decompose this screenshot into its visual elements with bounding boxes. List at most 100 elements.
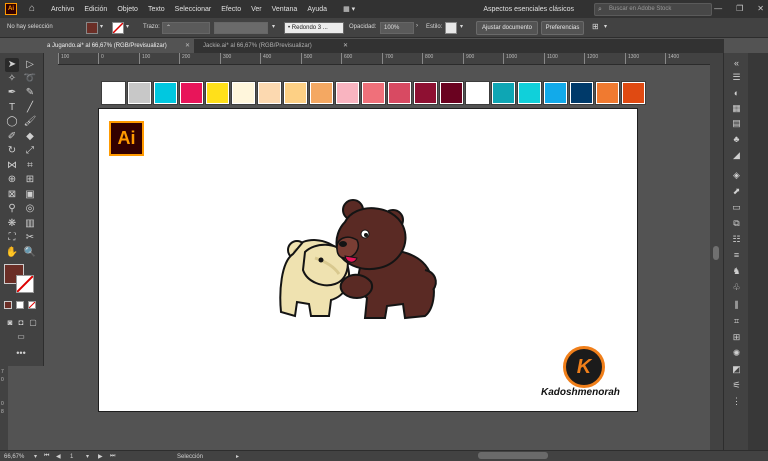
pen-tool-icon[interactable]: ✒ <box>5 86 19 100</box>
type-tool-icon[interactable]: T <box>5 101 19 115</box>
color-swatch[interactable] <box>128 82 151 104</box>
line-tool-icon[interactable]: ╱ <box>23 101 37 115</box>
zoom-level[interactable]: 66,67% <box>4 454 24 460</box>
menu-seleccionar[interactable]: Seleccionar <box>175 6 212 13</box>
document-setup-button[interactable]: Ajustar documento <box>476 21 538 35</box>
symbol-libraries-icon[interactable]: ♧ <box>730 281 743 294</box>
stepper-icon[interactable]: ⌃ <box>166 25 171 31</box>
chevron-down-icon[interactable]: ▾ <box>86 453 89 460</box>
color-swatch[interactable] <box>336 82 359 104</box>
prev-artboard-icon[interactable]: ◀ <box>56 453 61 460</box>
align-icon[interactable]: ⫼ <box>730 299 743 312</box>
pathfinder-icon[interactable]: ⊞ <box>730 331 743 344</box>
stroke-icon[interactable]: ⚟ <box>730 379 743 392</box>
close-icon[interactable]: ✕ <box>185 39 190 53</box>
preferences-button[interactable]: Preferencias <box>541 21 584 35</box>
none-mode-icon[interactable] <box>28 301 36 309</box>
status-menu-icon[interactable]: ▸ <box>236 453 239 460</box>
libraries-icon[interactable]: ☷ <box>730 233 743 246</box>
arrange-documents-icon[interactable]: ▦ ▾ <box>343 5 355 13</box>
scale-tool-icon[interactable]: ⤢ <box>23 144 37 158</box>
artboards-icon[interactable]: ▭ <box>730 201 743 214</box>
swatches-icon[interactable]: ▤ <box>730 117 743 130</box>
chevron-down-icon[interactable]: ▾ <box>272 23 275 30</box>
zoom-tool-icon[interactable]: 🔍 <box>23 246 37 260</box>
more-tools-icon[interactable]: ••• <box>14 346 28 360</box>
first-artboard-icon[interactable]: ⏮ <box>44 453 49 460</box>
graphic-styles-icon[interactable]: ♞ <box>730 265 743 278</box>
symbols-icon[interactable]: ◢ <box>730 149 743 162</box>
color-swatch[interactable] <box>388 82 411 104</box>
direct-selection-tool-icon[interactable]: ▷ <box>23 58 37 72</box>
brand-name-text[interactable]: Kadoshmenorah <box>541 387 620 398</box>
chevron-down-icon[interactable]: ▾ <box>126 23 129 30</box>
magic-wand-icon[interactable]: ✧ <box>5 72 19 86</box>
asset-export-icon[interactable]: ⧉ <box>730 217 743 230</box>
color-guide-icon[interactable]: ▦ <box>730 102 743 115</box>
menu-edicion[interactable]: Edición <box>84 6 107 13</box>
variable-width-profile[interactable] <box>214 22 268 34</box>
chevron-down-icon[interactable]: ▾ <box>604 23 607 30</box>
last-artboard-icon[interactable]: ⏭ <box>110 453 115 460</box>
bears-illustration[interactable] <box>275 192 441 322</box>
color-swatch[interactable] <box>310 82 333 104</box>
stock-search-field[interactable]: ⌕ Buscar en Adobe Stock <box>594 2 712 16</box>
fill-color-swatch[interactable] <box>86 22 98 34</box>
maximize-icon[interactable]: ❐ <box>736 4 743 13</box>
layers-icon[interactable]: ◈ <box>730 169 743 182</box>
vertical-scrollbar[interactable] <box>710 53 723 450</box>
shape-builder-icon[interactable]: ⊕ <box>5 173 19 187</box>
selection-tool-icon[interactable]: ➤ <box>5 58 19 72</box>
brown-bear[interactable] <box>335 199 437 320</box>
ai-badge-artwork[interactable]: Ai <box>109 121 144 156</box>
mesh-tool-icon[interactable]: ⊠ <box>5 188 19 202</box>
ellipse-tool-icon[interactable]: ◯ <box>5 115 19 129</box>
free-transform-icon[interactable]: ⌗ <box>23 159 37 173</box>
minimize-icon[interactable]: — <box>714 4 722 13</box>
menu-texto[interactable]: Texto <box>148 6 165 13</box>
chevron-down-icon[interactable]: ▾ <box>100 23 103 30</box>
column-graph-icon[interactable]: ▥ <box>23 217 37 231</box>
graphic-style-swatch[interactable] <box>445 22 457 34</box>
menu-efecto[interactable]: Efecto <box>221 6 241 13</box>
menu-ayuda[interactable]: Ayuda <box>307 6 327 13</box>
color-swatch[interactable] <box>154 82 177 104</box>
shaper-tool-icon[interactable]: ✐ <box>5 130 19 144</box>
menu-archivo[interactable]: Archivo <box>51 6 74 13</box>
collapse-panels-icon[interactable]: « <box>730 57 743 70</box>
transparency-icon[interactable]: ◩ <box>730 363 743 376</box>
stroke-weight-field[interactable]: ⌃ <box>162 22 210 34</box>
slice-tool-icon[interactable]: ✂ <box>23 231 37 245</box>
next-artboard-icon[interactable]: ▶ <box>98 453 103 460</box>
color-swatch[interactable] <box>492 82 515 104</box>
color-swatch[interactable] <box>102 82 125 104</box>
color-swatch[interactable] <box>570 82 593 104</box>
artboard-number[interactable]: 1 <box>70 454 73 460</box>
properties-icon[interactable]: ☰ <box>730 71 743 84</box>
gradient-mode-icon[interactable] <box>16 301 24 309</box>
color-swatch[interactable] <box>466 82 489 104</box>
hand-tool-icon[interactable]: ✋ <box>5 246 19 260</box>
brush-definition[interactable]: • Redondo 3 ... <box>284 22 344 34</box>
screen-mode-icon[interactable]: ▭ <box>14 330 28 344</box>
color-icon[interactable]: ◐ <box>730 87 743 100</box>
color-swatch[interactable] <box>440 82 463 104</box>
menu-ventana[interactable]: Ventana <box>272 6 298 13</box>
close-icon[interactable]: ✕ <box>757 4 764 13</box>
appearance-icon[interactable]: ≡ <box>730 249 743 262</box>
home-icon[interactable]: ⌂ <box>29 4 41 14</box>
menu-objeto[interactable]: Objeto <box>117 6 138 13</box>
horizontal-scrollbar-thumb[interactable] <box>478 452 548 459</box>
gradient-icon[interactable]: ✺ <box>730 347 743 360</box>
align-icon[interactable]: ⊞ <box>592 22 599 31</box>
k-brand-logo[interactable]: K <box>563 346 605 388</box>
character-icon[interactable]: ⋮ <box>730 395 743 408</box>
paintbrush-icon[interactable]: 🖌 <box>23 115 37 129</box>
eyedropper-icon[interactable]: ⚲ <box>5 202 19 216</box>
color-swatch[interactable] <box>206 82 229 104</box>
color-swatch[interactable] <box>258 82 281 104</box>
export-icon[interactable]: ⬈ <box>730 185 743 198</box>
color-swatch[interactable] <box>180 82 203 104</box>
gradient-tool-icon[interactable]: ▣ <box>23 188 37 202</box>
artboard-tool-icon[interactable]: ⛶ <box>5 231 19 245</box>
